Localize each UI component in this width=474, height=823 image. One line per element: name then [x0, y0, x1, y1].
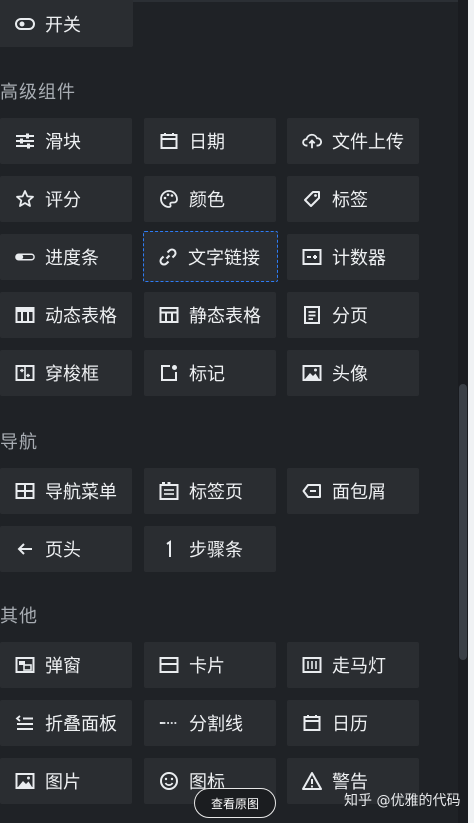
tile-dialog[interactable]: 弹窗 [0, 642, 132, 688]
tile-card[interactable]: 卡片 [144, 642, 276, 688]
tile-rate[interactable]: 评分 [0, 176, 132, 222]
tile-label: 步骤条 [189, 540, 243, 561]
tile-label: 文字链接 [188, 247, 260, 269]
tile-label: 标签 [332, 190, 368, 211]
tile-transfer[interactable]: 穿梭框 [0, 350, 132, 396]
tile-counter[interactable]: 计数器 [287, 234, 419, 280]
section-title-advanced: 高级组件 [0, 82, 76, 103]
smile-icon [159, 771, 179, 791]
tile-label: 日期 [189, 132, 225, 153]
section-title-other: 其他 [0, 606, 38, 627]
carousel-icon [302, 655, 322, 675]
tile-label: 页头 [45, 540, 81, 561]
tile-label: 开关 [45, 14, 81, 36]
grid-menu-icon [15, 481, 35, 501]
tile-label: 静态表格 [189, 306, 261, 327]
tile-tag[interactable]: 标签 [287, 176, 419, 222]
tile-label: 文件上传 [332, 132, 404, 153]
tile-mark[interactable]: 标记 [144, 350, 276, 396]
breadcrumb-icon [302, 481, 322, 501]
table-icon [15, 305, 35, 325]
tile-label: 标记 [189, 364, 225, 385]
view-original-button[interactable]: 查看原图 [194, 788, 276, 818]
tile-text-link[interactable]: 文字链接 [143, 231, 278, 282]
tile-label: 导航菜单 [45, 482, 117, 503]
tile-divider[interactable]: 分割线 [144, 700, 276, 746]
pagination-icon [302, 305, 322, 325]
tile-breadcrumb[interactable]: 面包屑 [287, 468, 419, 514]
tile-calendar[interactable]: 日历 [287, 700, 419, 746]
tile-label: 滑块 [45, 132, 81, 153]
tile-dynamic-table[interactable]: 动态表格 [0, 292, 132, 338]
tile-slider[interactable]: 滑块 [0, 118, 132, 164]
tile-label: 标签页 [189, 482, 243, 503]
tile-upload[interactable]: 文件上传 [287, 118, 419, 164]
tile-color[interactable]: 颜色 [144, 176, 276, 222]
tile-label: 弹窗 [45, 656, 81, 677]
tile-tabs[interactable]: 标签页 [144, 468, 276, 514]
palette-icon [159, 189, 179, 209]
badge-icon [159, 363, 179, 383]
tile-label: 评分 [45, 190, 81, 211]
tabs-icon [159, 481, 179, 501]
divider-icon [159, 713, 179, 733]
tile-label: 分页 [332, 306, 368, 327]
tile-label: 面包屑 [332, 482, 386, 503]
tile-label: 日历 [332, 714, 368, 735]
tile-label: 动态表格 [45, 306, 117, 327]
cloud-upload-icon [302, 131, 322, 151]
section-title-navigation: 导航 [0, 432, 38, 453]
counter-icon [302, 247, 322, 267]
tile-static-table[interactable]: 静态表格 [144, 292, 276, 338]
toggle-icon [15, 14, 35, 34]
card-icon [159, 655, 179, 675]
tile-label: 卡片 [189, 656, 225, 677]
image-icon [302, 363, 322, 383]
tile-collapse[interactable]: 折叠面板 [0, 700, 132, 746]
scrollbar-thumb[interactable] [459, 384, 467, 660]
calendar-icon [159, 131, 179, 151]
transfer-icon [15, 363, 35, 383]
steps-icon [159, 539, 179, 559]
tile-label: 计数器 [332, 248, 386, 269]
page-edge [468, 0, 474, 823]
tile-label: 图片 [45, 772, 81, 793]
tile-steps[interactable]: 步骤条 [144, 526, 276, 572]
tile-label: 颜色 [189, 190, 225, 211]
tile-nav-menu[interactable]: 导航菜单 [0, 468, 132, 514]
tile-pagination[interactable]: 分页 [287, 292, 419, 338]
tile-carousel[interactable]: 走马灯 [287, 642, 419, 688]
collapse-icon [15, 713, 35, 733]
table-icon [159, 305, 179, 325]
tile-date[interactable]: 日期 [144, 118, 276, 164]
slider-icon [15, 131, 35, 151]
image-icon [15, 771, 35, 791]
tile-page-header[interactable]: 页头 [0, 526, 132, 572]
tile-label: 走马灯 [332, 656, 386, 677]
tile-progress[interactable]: 进度条 [0, 234, 132, 280]
tile-label: 穿梭框 [45, 364, 99, 385]
dialog-icon [15, 655, 35, 675]
tile-label: 头像 [332, 364, 368, 385]
tile-image[interactable]: 图片 [0, 758, 132, 804]
watermark-text: 知乎 @优雅的代码 [344, 793, 461, 809]
link-icon [158, 247, 178, 267]
star-icon [15, 189, 35, 209]
tile-switch[interactable]: 开关 [0, 0, 133, 47]
tile-label: 分割线 [189, 714, 243, 735]
warning-icon [302, 771, 322, 791]
tile-label: 折叠面板 [45, 714, 117, 735]
tile-label: 进度条 [45, 248, 99, 269]
arrow-left-icon [15, 539, 35, 559]
tile-avatar[interactable]: 头像 [287, 350, 419, 396]
calendar-icon [302, 713, 322, 733]
tag-icon [302, 189, 322, 209]
progress-bar-icon [15, 247, 35, 267]
